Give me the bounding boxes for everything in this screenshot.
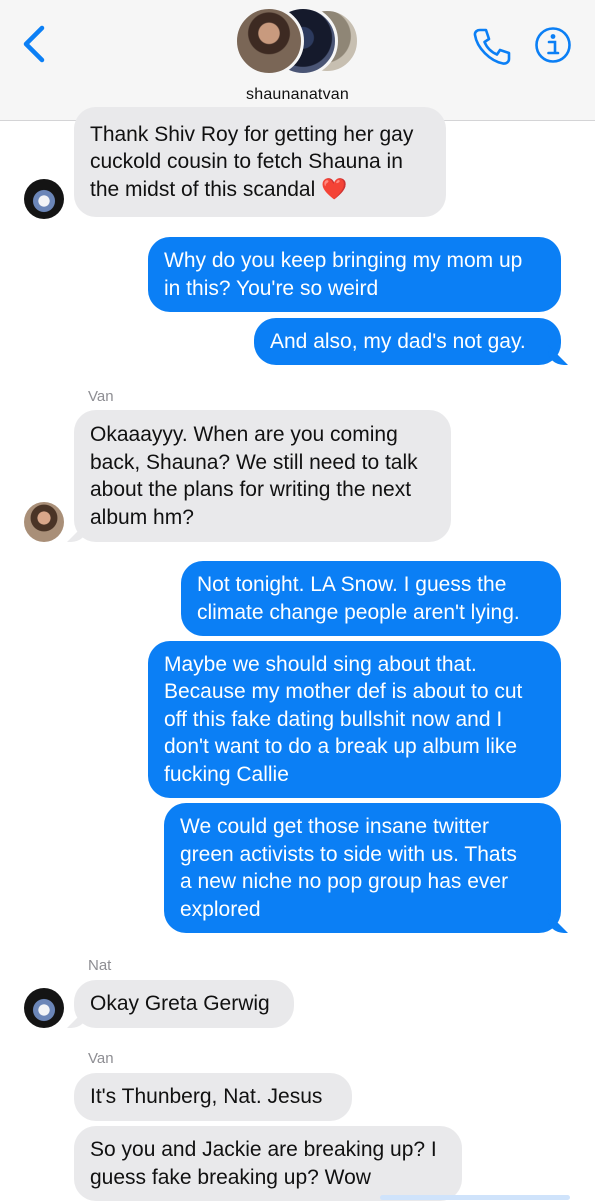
info-button[interactable]	[534, 26, 572, 64]
message-text: And also, my dad's not gay.	[270, 329, 526, 353]
received-message-bubble[interactable]: So you and Jackie are breaking up? I gue…	[74, 1126, 462, 1201]
group-name[interactable]: shaunanatvan	[0, 86, 595, 104]
received-message-bubble[interactable]: It's Thunberg, Nat. Jesus	[74, 1073, 352, 1121]
avatar	[234, 6, 304, 76]
info-icon	[535, 27, 571, 63]
received-message-bubble[interactable]: Thank Shiv Roy for getting her gay cucko…	[74, 107, 446, 217]
back-button[interactable]	[18, 24, 54, 64]
scroll-indicator	[380, 1195, 570, 1200]
message-text: Thank Shiv Roy for getting her gay cucko…	[90, 122, 414, 201]
avatar	[24, 502, 64, 542]
conversation-header: shaunanatvan	[0, 0, 595, 121]
sent-message-bubble[interactable]: We could get those insane twitter green …	[164, 803, 561, 933]
received-message-bubble[interactable]: Okaaayyy. When are you coming back, Shau…	[74, 410, 451, 542]
phone-icon	[473, 28, 511, 65]
avatar	[24, 988, 64, 1028]
received-message-bubble[interactable]: Okay Greta Gerwig	[74, 980, 294, 1028]
chevron-left-icon	[23, 25, 45, 63]
message-thread[interactable]: Thank Shiv Roy for getting her gay cucko…	[0, 107, 595, 1201]
message-text: Okaaayyy. When are you coming back, Shau…	[90, 423, 418, 529]
message-text: It's Thunberg, Nat. Jesus	[90, 1085, 323, 1109]
message-text: Why do you keep bringing my mom up in th…	[164, 249, 523, 300]
sent-message-bubble[interactable]: Maybe we should sing about that. Because…	[148, 641, 561, 798]
message-text: We could get those insane twitter green …	[180, 815, 517, 921]
call-button[interactable]	[470, 26, 512, 66]
message-text: So you and Jackie are breaking up? I gue…	[90, 1138, 437, 1189]
message-text: Maybe we should sing about that. Because…	[164, 652, 523, 786]
sent-message-bubble[interactable]: Not tonight. LA Snow. I guess the climat…	[181, 561, 561, 636]
avatar	[24, 179, 64, 219]
sent-message-bubble[interactable]: Why do you keep bringing my mom up in th…	[148, 237, 561, 312]
sender-name: Nat	[88, 957, 112, 974]
message-text: Not tonight. LA Snow. I guess the climat…	[197, 573, 520, 624]
sender-name: Van	[88, 1050, 114, 1067]
sent-message-bubble[interactable]: And also, my dad's not gay.	[254, 318, 561, 365]
sender-name: Van	[88, 388, 114, 405]
message-text: Okay Greta Gerwig	[90, 992, 270, 1016]
group-avatars[interactable]	[232, 4, 364, 76]
